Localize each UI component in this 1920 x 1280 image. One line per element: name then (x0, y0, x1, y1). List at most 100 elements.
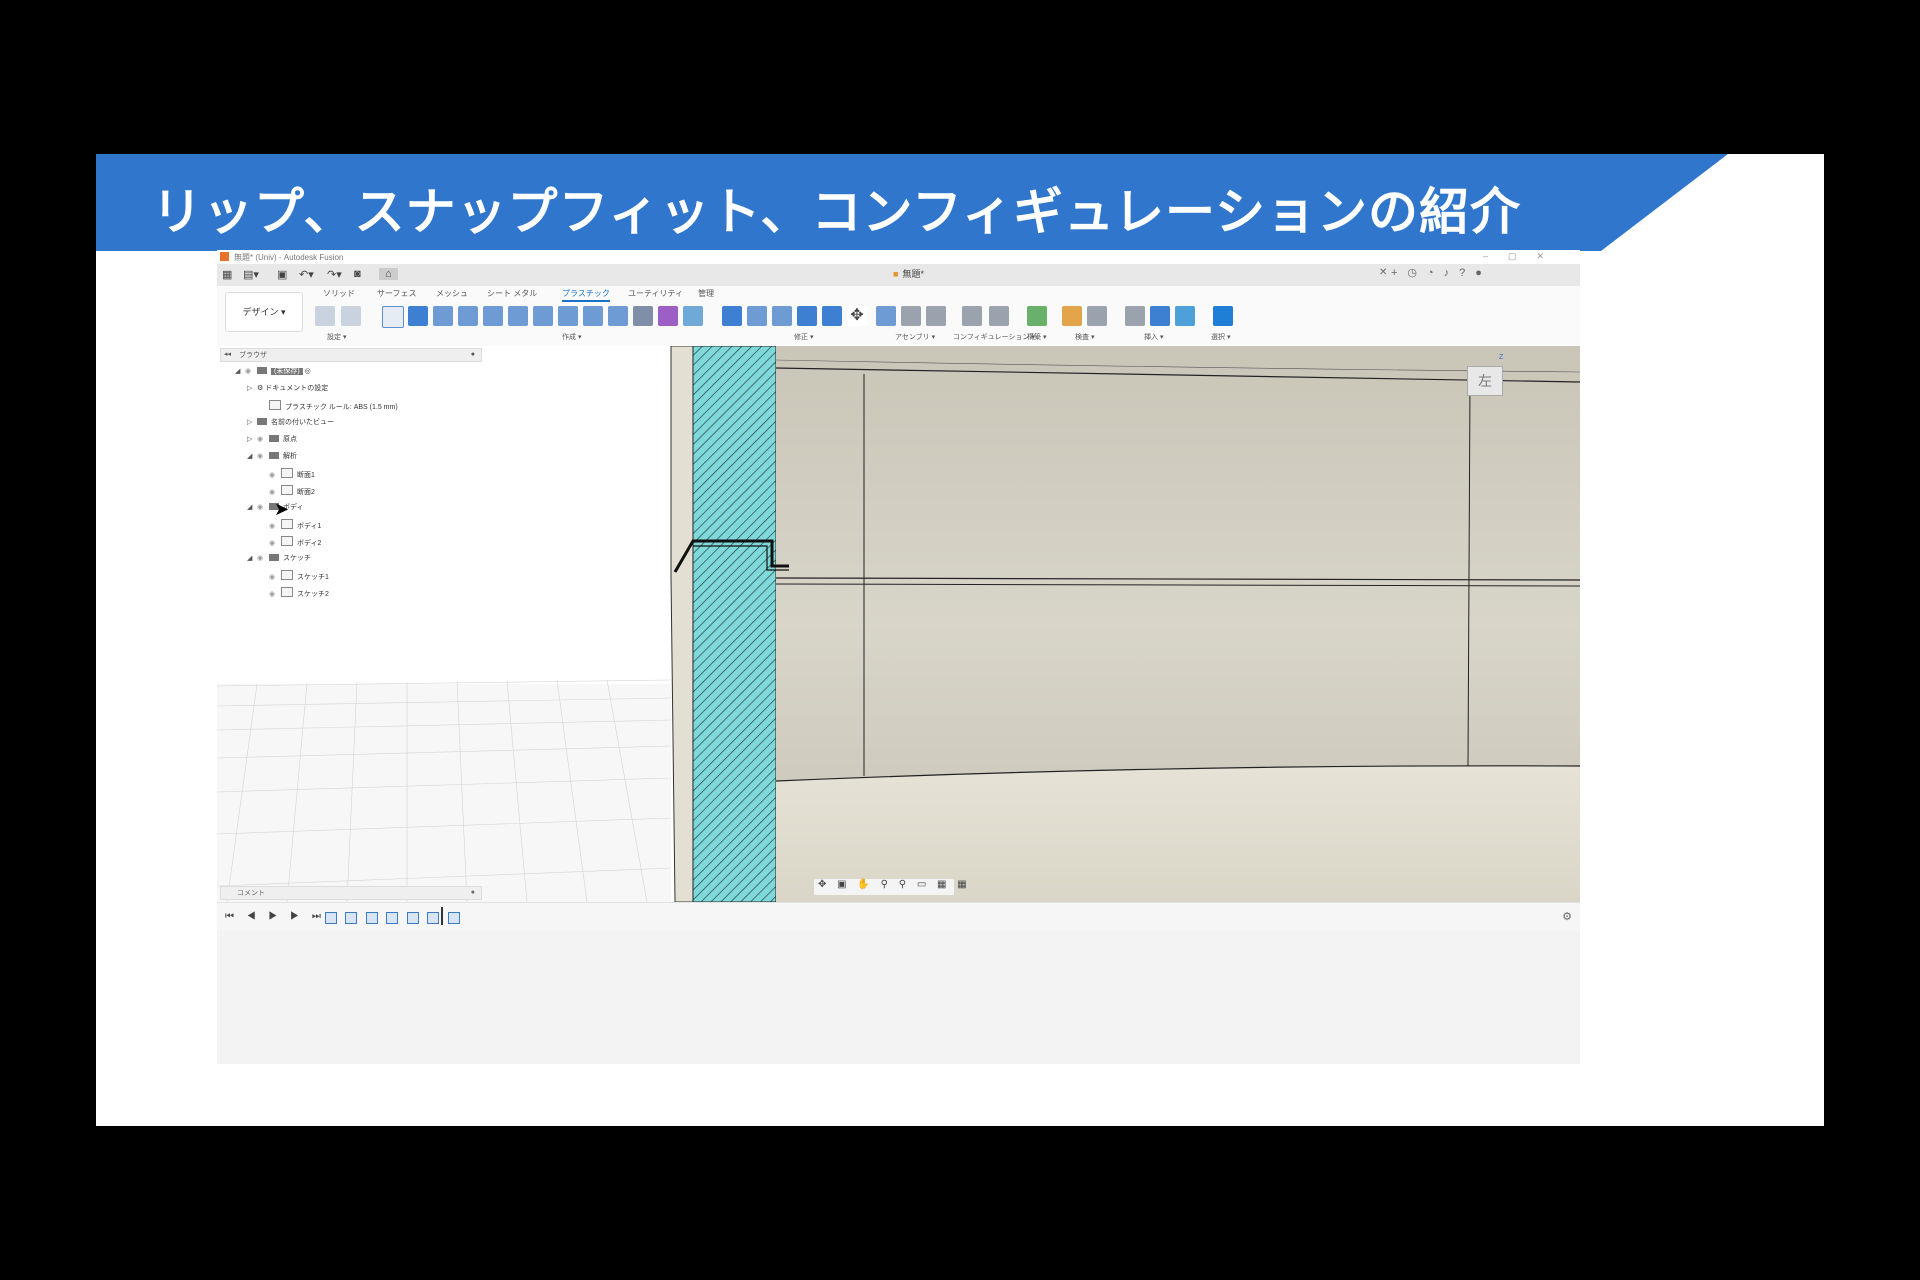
select-icon[interactable] (1213, 306, 1233, 326)
expand-arrow-icon[interactable]: ◢ (247, 554, 257, 562)
timeline-feature[interactable] (447, 912, 460, 924)
rib-icon[interactable] (483, 306, 503, 326)
measure-icon[interactable] (1062, 306, 1082, 326)
group-inspect[interactable]: 検査 ▾ (1075, 332, 1094, 342)
expand-arrow-icon[interactable]: ▷ (247, 418, 257, 426)
browser-item[interactable]: ◉ ボディ2 (259, 536, 321, 549)
insert-image-icon[interactable] (1175, 306, 1195, 326)
group-configuration[interactable]: コンフィギュレーション ▾ (953, 332, 1035, 342)
browser-item[interactable]: ◉ 断面2 (259, 485, 315, 498)
sketch-icon[interactable] (382, 306, 404, 328)
comments-panel[interactable]: コメント ● (220, 886, 482, 900)
expand-arrow-icon[interactable]: ◢ (247, 452, 257, 460)
browser-item[interactable]: ◉ スケッチ2 (259, 587, 329, 600)
redo-icon[interactable]: ↷▾ (327, 268, 342, 281)
browser-item[interactable]: ◉ ボディ1 (259, 519, 321, 532)
visibility-eye-icon[interactable]: ◉ (269, 573, 281, 581)
visibility-eye-icon[interactable]: ◉ (245, 367, 257, 375)
expand-arrow-icon[interactable]: ▷ (247, 435, 257, 443)
insert-derive-icon[interactable] (1125, 306, 1145, 326)
tab-solid[interactable]: ソリッド (323, 288, 355, 299)
rules-icon[interactable] (315, 306, 335, 326)
tab-manage[interactable]: 管理 (698, 288, 714, 299)
browser-item[interactable]: ▷ ◉ 原点 (247, 434, 297, 447)
browser-item[interactable]: ◢ ◉ 解析 (247, 451, 297, 464)
extrude-icon[interactable] (408, 306, 428, 326)
visibility-eye-icon[interactable]: ◉ (257, 503, 269, 511)
visibility-eye-icon[interactable]: ◉ (269, 522, 281, 530)
browser-header[interactable]: ◂◂ ブラウザ ● (220, 348, 482, 362)
web-icon[interactable] (508, 306, 528, 326)
hole-icon[interactable] (608, 306, 628, 326)
material-icon[interactable] (341, 306, 361, 326)
viewcube[interactable]: 左 (1467, 366, 1503, 396)
visibility-eye-icon[interactable]: ◉ (269, 539, 281, 547)
browser-item[interactable]: ◉ スケッチ1 (259, 570, 329, 583)
expand-arrow-icon[interactable]: ▷ (247, 384, 257, 392)
tab-mesh[interactable]: メッシュ (436, 288, 468, 299)
configure-icon[interactable] (962, 306, 982, 326)
visibility-eye-icon[interactable]: ◉ (257, 435, 269, 443)
expand-arrow-icon[interactable]: ◢ (235, 367, 245, 375)
group-settings[interactable]: 設定 ▾ (327, 332, 346, 342)
browser-item[interactable]: ▷ 名前の付いたビュー (247, 417, 334, 430)
browser-options-icon[interactable]: ● (471, 351, 475, 358)
collapse-icon[interactable]: ◂◂ (224, 350, 231, 358)
combine-icon[interactable] (797, 306, 817, 326)
browser-item[interactable]: プラスチック ルール: ABS (1.5 mm) (259, 400, 398, 413)
timeline-feature[interactable] (365, 912, 378, 924)
browser-item[interactable]: ◉ 断面1 (259, 468, 315, 481)
visibility-eye-icon[interactable]: ◉ (269, 471, 281, 479)
top-right-icons[interactable]: +◷◔♪?● (1391, 266, 1492, 279)
group-insert[interactable]: 挿入 ▾ (1144, 332, 1163, 342)
chamfer-icon[interactable] (772, 306, 792, 326)
grid-menu-icon[interactable]: ▦ (222, 268, 232, 281)
timeline-settings-icon[interactable]: ⚙ (1562, 910, 1572, 923)
joint-icon[interactable] (901, 306, 921, 326)
group-assemble[interactable]: アセンブリ ▾ (895, 332, 935, 342)
close-tab-icon[interactable]: ✕ (1379, 267, 1387, 278)
save-icon[interactable]: ▣ (277, 268, 287, 281)
home-icon[interactable]: ⌂ (379, 268, 398, 280)
visibility-eye-icon[interactable]: ◉ (269, 488, 281, 496)
move-icon[interactable]: ✥ (847, 306, 867, 326)
timeline-feature[interactable] (386, 912, 399, 924)
expand-arrow-icon[interactable]: ◢ (247, 503, 257, 511)
lip-icon[interactable] (533, 306, 553, 326)
new-component-icon[interactable] (876, 306, 896, 326)
navigation-bar[interactable]: ✥ ▣ ✋ ⚲ ⚲ ▭ ▦ ▦ (814, 879, 967, 895)
timeline-feature[interactable] (406, 912, 419, 924)
timeline-feature[interactable] (325, 912, 337, 924)
visibility-eye-icon[interactable]: ◉ (269, 590, 281, 598)
window-controls[interactable]: –▢✕ (1483, 251, 1564, 262)
press-pull-icon[interactable] (722, 306, 742, 326)
tab-surface[interactable]: サーフェス (377, 288, 417, 299)
document-tab[interactable]: ■ 無題* (893, 267, 924, 280)
timeline-feature[interactable] (345, 912, 358, 924)
shell-icon[interactable] (433, 306, 453, 326)
group-select[interactable]: 選択 ▾ (1211, 332, 1230, 342)
tab-utility[interactable]: ユーティリティ (628, 288, 683, 299)
group-construct[interactable]: 構築 ▾ (1027, 332, 1046, 342)
timeline-controls[interactable]: ⏮ ◀ ▶ ▶ ⏭ (225, 911, 326, 922)
offset-face-icon[interactable] (822, 306, 842, 326)
workspace-button[interactable]: デザイン ▾ (225, 292, 303, 332)
insert-mesh-icon[interactable] (1150, 306, 1170, 326)
as-built-joint-icon[interactable] (926, 306, 946, 326)
group-modify[interactable]: 修正 ▾ (794, 332, 813, 342)
form-icon[interactable] (658, 306, 678, 326)
configuration-table-icon[interactable] (989, 306, 1009, 326)
browser-item[interactable]: ◢ ◉ (未保存) ◎ (235, 366, 311, 379)
fillet-icon[interactable] (747, 306, 767, 326)
boss-icon[interactable] (458, 306, 478, 326)
undo-icon[interactable]: ↶▾ (299, 268, 314, 281)
rest-icon[interactable] (583, 306, 603, 326)
visibility-eye-icon[interactable]: ◉ (257, 452, 269, 460)
capture-icon[interactable]: ◙ (354, 268, 361, 280)
snap-fit-icon[interactable] (558, 306, 578, 326)
timeline-feature[interactable] (427, 912, 440, 924)
timeline-marker[interactable] (441, 907, 443, 925)
comments-add-icon[interactable]: ● (471, 889, 475, 896)
visibility-eye-icon[interactable]: ◉ (257, 554, 269, 562)
pattern-icon[interactable] (633, 306, 653, 326)
